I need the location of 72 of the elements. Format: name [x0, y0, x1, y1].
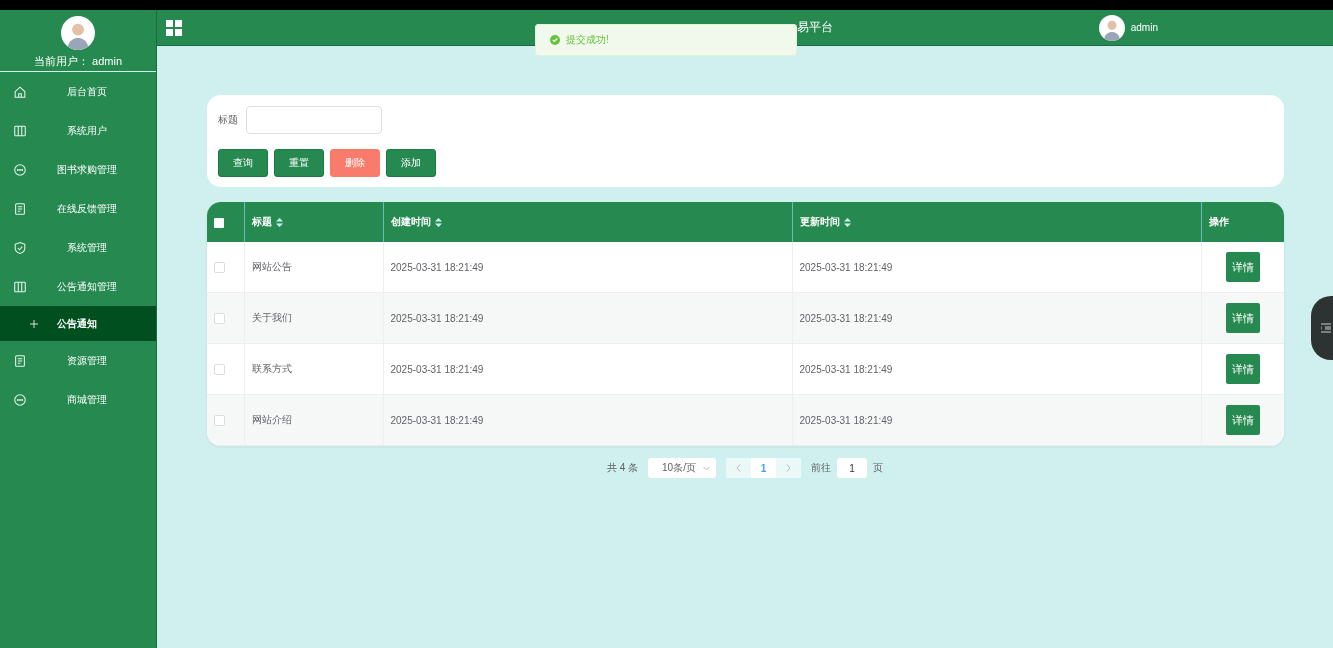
avatar-icon [61, 16, 95, 50]
sidebar-item[interactable]: 系统用户 [0, 111, 156, 150]
details-button[interactable]: 详情 [1225, 252, 1260, 282]
column-header[interactable]: 创建时间 [383, 202, 792, 242]
table-cell: 网站公告 [244, 242, 383, 293]
goto-suffix: 页 [873, 461, 884, 475]
check-circle-icon [550, 35, 560, 45]
row-checkbox[interactable] [214, 363, 225, 375]
document-icon [13, 201, 27, 216]
chevron-down-icon [703, 465, 711, 471]
sidebar-item[interactable]: 在线反馈管理 [0, 189, 156, 228]
shield-check-icon [13, 240, 27, 255]
table-cell: 2025-03-31 18:21:49 [792, 242, 1201, 293]
table-cell: 2025-03-31 18:21:49 [792, 343, 1201, 395]
sidebar-item[interactable]: 公告通知管理 [0, 267, 156, 306]
details-button[interactable]: 详情 [1225, 303, 1260, 333]
columns-icon [13, 123, 27, 138]
details-button[interactable]: 详情 [1225, 405, 1260, 435]
next-page-button[interactable] [776, 458, 802, 478]
field-label: 标题 [218, 113, 238, 127]
columns-icon [13, 279, 27, 294]
column-header[interactable]: 操作 [1201, 202, 1284, 242]
header-checkbox[interactable] [214, 217, 224, 228]
table-cell: 2025-03-31 18:21:49 [383, 394, 792, 446]
sidebar-subitem[interactable]: 公告通知 [0, 306, 156, 341]
sidebar-item[interactable]: 系统管理 [0, 228, 156, 267]
sort-icon[interactable] [275, 217, 283, 227]
sidebar-item[interactable]: 后台首页 [0, 72, 156, 111]
sidebar-item[interactable]: 资源管理 [0, 341, 156, 380]
table-cell: 网站介绍 [244, 394, 383, 446]
sort-icon[interactable] [843, 217, 851, 227]
table-cell: 2025-03-31 18:21:49 [383, 292, 792, 344]
table-cell: 2025-03-31 18:21:49 [792, 394, 1201, 446]
prev-page-button[interactable] [726, 458, 752, 478]
toast-message: 提交成功! [566, 33, 609, 47]
action-button[interactable]: 删除 [330, 149, 380, 177]
list-indent-icon [1321, 323, 1331, 333]
home-icon [13, 84, 27, 99]
details-button[interactable]: 详情 [1225, 354, 1260, 384]
action-button[interactable]: 重置 [274, 149, 324, 177]
chat-bubble-icon [13, 392, 27, 407]
goto-label: 前往 [811, 461, 832, 475]
total-count: 共 4 条 [606, 461, 639, 475]
table-cell: 2025-03-31 18:21:49 [383, 242, 792, 293]
grid-menu-icon[interactable] [166, 19, 182, 36]
chat-bubble-icon [13, 162, 27, 177]
page-number[interactable]: 1 [751, 458, 777, 478]
sort-icon[interactable] [434, 217, 442, 227]
header-username: admin [1130, 22, 1158, 33]
goto-page-field[interactable]: 1 [837, 458, 868, 478]
app-title: 易平台 [797, 19, 833, 36]
sidebar-item[interactable]: 商城管理 [0, 380, 156, 419]
chevron-right-icon [786, 464, 792, 472]
chevron-left-icon [736, 464, 742, 472]
row-checkbox[interactable] [214, 261, 225, 273]
title-input[interactable] [246, 106, 382, 134]
column-header[interactable]: 标题 [244, 202, 383, 242]
current-user-label: 当前用户： admin [34, 54, 122, 69]
column-header[interactable]: 更新时间 [792, 202, 1201, 242]
action-button[interactable]: 添加 [386, 149, 436, 177]
page-size-select[interactable]: 10条/页 [648, 458, 717, 478]
action-button[interactable]: 查询 [218, 149, 268, 177]
plus-icon [30, 319, 38, 328]
row-checkbox[interactable] [214, 312, 225, 324]
sidebar-item[interactable]: 图书求购管理 [0, 150, 156, 189]
table-cell: 关于我们 [244, 292, 383, 344]
table-cell: 联系方式 [244, 343, 383, 395]
avatar-icon [1098, 14, 1125, 41]
row-checkbox[interactable] [214, 414, 225, 426]
table-cell: 2025-03-31 18:21:49 [383, 343, 792, 395]
document-icon [13, 353, 27, 368]
table-cell: 2025-03-31 18:21:49 [792, 292, 1201, 344]
